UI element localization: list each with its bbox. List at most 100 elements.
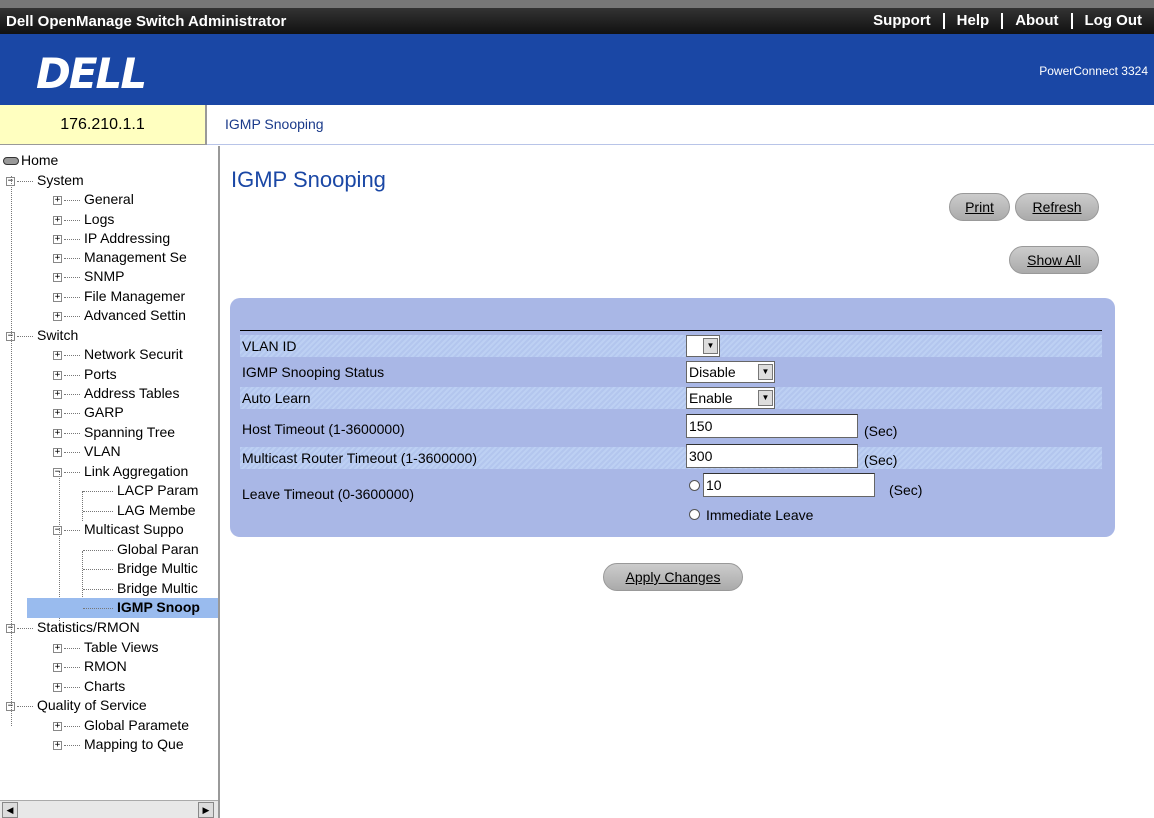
dropdown-arrow-icon[interactable]: ▼ [758, 390, 773, 406]
tree-item[interactable]: + RMON [53, 656, 127, 676]
tree-item[interactable]: + VLAN [53, 441, 121, 461]
expand-icon[interactable]: + [53, 389, 62, 399]
immediate-leave-label: Immediate Leave [706, 507, 814, 523]
expand-icon[interactable]: + [53, 350, 62, 360]
dropdown-arrow-icon[interactable]: ▼ [703, 338, 718, 354]
tree-leaf[interactable]: Bridge Multic [83, 558, 198, 578]
tree-item-label: Global Paramete [84, 717, 190, 733]
tree-leaf-selected[interactable]: IGMP Snoop [83, 597, 200, 617]
tree-system-label: System [37, 172, 84, 188]
about-link[interactable]: About [1001, 13, 1070, 29]
form-panel: VLAN ID ▼ IGMP Snooping Status Disable ▼… [230, 298, 1115, 537]
product-name: PowerConnect 3324 [1039, 64, 1148, 78]
expand-icon[interactable]: + [53, 740, 62, 750]
collapse-icon[interactable]: − [6, 176, 15, 186]
tree-item-label: IGMP Snoop [117, 599, 200, 615]
expand-icon[interactable]: + [53, 215, 62, 225]
host-timeout-unit: (Sec) [864, 423, 898, 439]
expand-icon[interactable]: + [53, 272, 62, 282]
tree-item[interactable]: + Charts [53, 676, 125, 696]
tree-item[interactable]: + Address Tables [53, 383, 179, 403]
tree-item[interactable]: + File Managemer [53, 286, 185, 306]
tree-item[interactable]: + SNMP [53, 266, 124, 286]
expand-icon[interactable]: + [53, 195, 62, 205]
tree-item[interactable]: + Management Se [53, 247, 187, 267]
print-button[interactable]: Print [949, 193, 1010, 221]
dropdown-arrow-icon[interactable]: ▼ [758, 364, 773, 380]
router-timeout-input[interactable]: 300 [686, 444, 858, 468]
expand-icon[interactable]: + [53, 253, 62, 263]
tree-item[interactable]: + Spanning Tree [53, 422, 175, 442]
scroll-left-icon[interactable]: ◀ [2, 802, 18, 818]
tree-multicast[interactable]: − Multicast Suppo [53, 519, 184, 539]
refresh-button[interactable]: Refresh [1015, 193, 1099, 221]
collapse-icon[interactable]: − [6, 623, 15, 633]
immediate-leave-radio[interactable] [689, 509, 700, 520]
tree-switch[interactable]: − Switch [6, 325, 78, 345]
tree-item[interactable]: + Mapping to Que [53, 734, 184, 754]
tree-item[interactable]: + Ports [53, 364, 117, 384]
tree-item[interactable]: + Network Securit [53, 344, 183, 364]
expand-icon[interactable]: + [53, 428, 62, 438]
show-all-button[interactable]: Show All [1009, 246, 1099, 274]
tree-item-label: RMON [84, 658, 127, 674]
support-link[interactable]: Support [861, 13, 943, 29]
tree-leaf[interactable]: Bridge Multic [83, 578, 198, 598]
expand-icon[interactable]: + [53, 234, 62, 244]
tree-item-label: VLAN [84, 443, 121, 459]
snooping-status-value: Disable [689, 364, 736, 380]
tree-item[interactable]: + Logs [53, 209, 114, 229]
tree-item-label: Mapping to Que [84, 736, 184, 752]
tree-item-label: Spanning Tree [84, 424, 176, 440]
tree-item[interactable]: + IP Addressing [53, 228, 170, 248]
leave-timeout-radio[interactable] [689, 480, 700, 491]
host-timeout-input[interactable]: 150 [686, 414, 858, 438]
apply-changes-button[interactable]: Apply Changes [603, 563, 743, 591]
tree-item-label: Address Tables [84, 385, 180, 401]
tree-link-aggregation[interactable]: − Link Aggregation [53, 461, 188, 481]
top-nav: Support Help About Log Out [861, 8, 1154, 34]
expand-icon[interactable]: + [53, 447, 62, 457]
tree-leaf[interactable]: LACP Param [83, 480, 198, 500]
device-ip: 176.210.1.1 [0, 105, 207, 145]
tree-statistics[interactable]: − Statistics/RMON [6, 617, 140, 637]
top-bar: Dell OpenManage Switch Administrator Sup… [0, 0, 1154, 34]
tree-item-label: IP Addressing [84, 230, 171, 246]
tree-item[interactable]: + Advanced Settin [53, 305, 186, 325]
auto-learn-label: Auto Learn [242, 390, 311, 406]
vlan-id-select[interactable]: ▼ [686, 335, 720, 357]
help-link[interactable]: Help [942, 13, 1002, 29]
divider [240, 330, 1102, 331]
collapse-icon[interactable]: − [6, 331, 15, 341]
tree-leaf[interactable]: Global Paran [83, 539, 199, 559]
leave-timeout-input[interactable]: 10 [703, 473, 875, 497]
tree-item[interactable]: + Table Views [53, 637, 158, 657]
tree-home[interactable]: Home [3, 150, 58, 170]
expand-icon[interactable]: + [53, 311, 62, 321]
collapse-icon[interactable]: − [53, 525, 62, 535]
tree-leaf[interactable]: LAG Membe [83, 500, 196, 520]
horizontal-scrollbar[interactable]: ◀ ▶ [0, 800, 218, 818]
scroll-right-icon[interactable]: ▶ [198, 802, 214, 818]
tree-qos[interactable]: − Quality of Service [6, 695, 147, 715]
auto-learn-select[interactable]: Enable ▼ [686, 387, 775, 409]
expand-icon[interactable]: + [53, 662, 62, 672]
expand-icon[interactable]: + [53, 721, 62, 731]
collapse-icon[interactable]: − [53, 467, 62, 477]
expand-icon[interactable]: + [53, 292, 62, 302]
leave-timeout-label: Leave Timeout (0-3600000) [242, 486, 414, 502]
tree-item-label: Bridge Multic [117, 560, 198, 576]
logout-link[interactable]: Log Out [1070, 13, 1154, 29]
expand-icon[interactable]: + [53, 408, 62, 418]
snooping-status-select[interactable]: Disable ▼ [686, 361, 775, 383]
tree-item[interactable]: + General [53, 189, 134, 209]
expand-icon[interactable]: + [53, 370, 62, 380]
tree-item[interactable]: + Global Paramete [53, 715, 189, 735]
tree-item[interactable]: + GARP [53, 402, 124, 422]
expand-icon[interactable]: + [53, 643, 62, 653]
tree-item-label: Link Aggregation [84, 463, 189, 479]
router-timeout-row: Multicast Router Timeout (1-3600000) 300… [240, 444, 1102, 469]
collapse-icon[interactable]: − [6, 701, 15, 711]
expand-icon[interactable]: + [53, 682, 62, 692]
tree-system[interactable]: − System [6, 170, 84, 190]
